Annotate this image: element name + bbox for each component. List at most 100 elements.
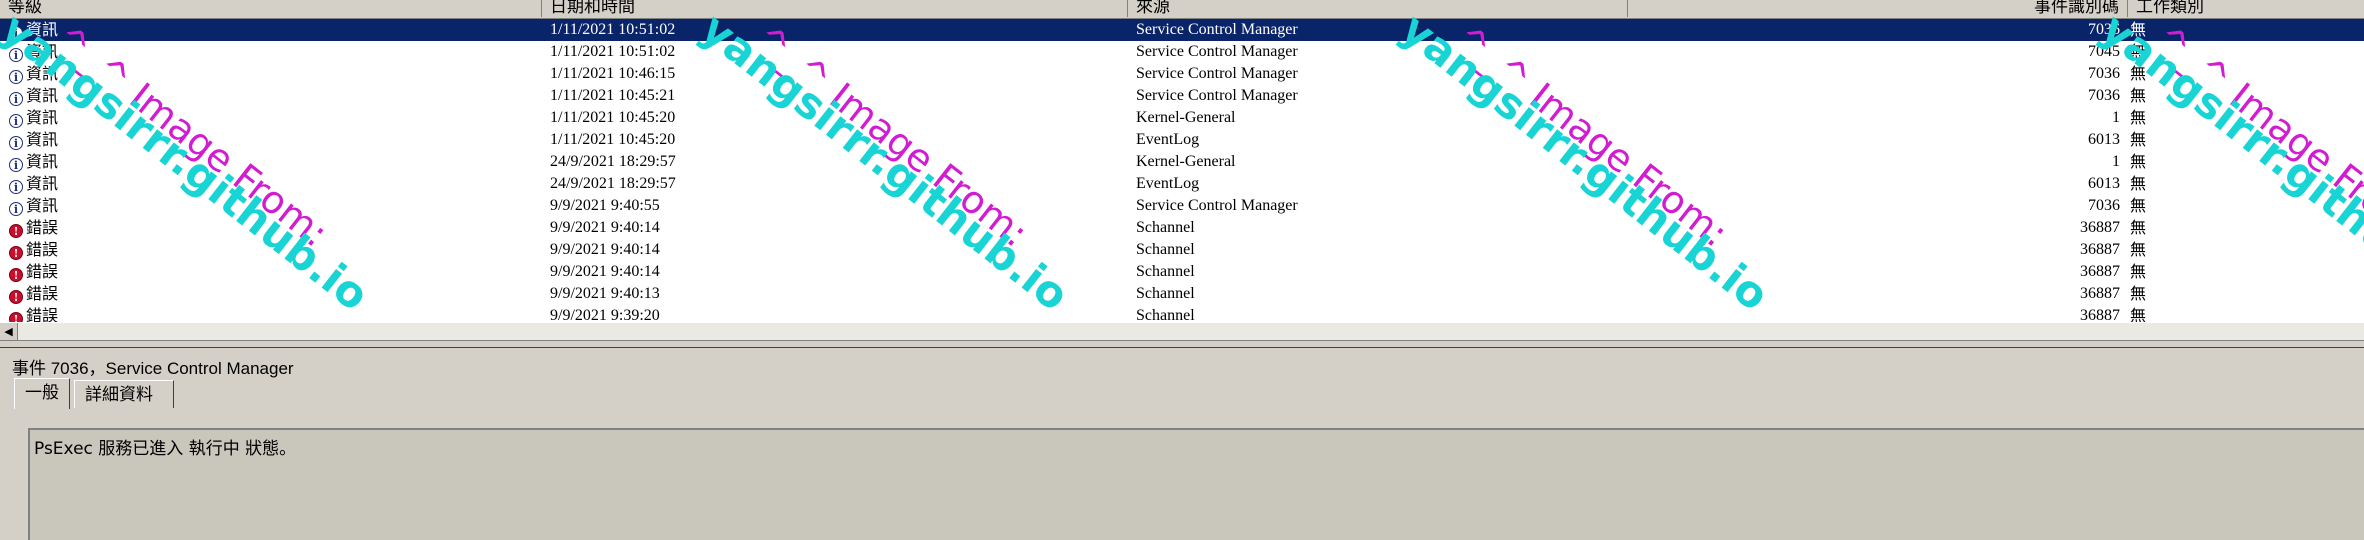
table-row[interactable]: i 資訊 9/9/2021 9:40:55 Service Control Manag… — [0, 195, 2364, 217]
cell-task-category: 無 — [2130, 42, 2147, 61]
cell-source: EventLog — [1136, 131, 1200, 148]
cell-event-id: 36887 — [2080, 285, 2120, 302]
cell-task-category: 無 — [2130, 20, 2147, 39]
event-message-box[interactable]: PsExec 服務已進入 執行中 狀態。 — [28, 428, 2364, 540]
cell-source: Schannel — [1136, 285, 1195, 302]
cell-level: i 資訊 — [9, 85, 529, 107]
cell-task-category: 無 — [2130, 152, 2147, 171]
cell-source: Service Control Manager — [1136, 21, 1298, 38]
info-icon: i — [9, 70, 23, 84]
info-icon: i — [9, 158, 23, 172]
error-icon: ! — [9, 246, 23, 260]
table-row[interactable]: i 資訊 1/11/2021 10:51:02 Service Control Man… — [0, 19, 2364, 41]
pane-splitter[interactable] — [0, 340, 2364, 348]
cell-source: EventLog — [1136, 175, 1200, 192]
cell-event-id: 36887 — [2080, 263, 2120, 280]
cell-datetime: 9/9/2021 9:40:55 — [550, 197, 660, 214]
cell-task-category: 無 — [2130, 174, 2147, 193]
cell-event-id: 6013 — [2088, 175, 2120, 192]
table-row[interactable]: ! 錯誤 9/9/2021 9:40:14 Schannel 36887 無 — [0, 239, 2364, 261]
info-icon: i — [9, 48, 23, 62]
tab-details[interactable]: 詳細資料 — [74, 380, 174, 408]
table-row[interactable]: ! 錯誤 9/9/2021 9:40:14 Schannel 36887 無 — [0, 217, 2364, 239]
table-row[interactable]: i 資訊 1/11/2021 10:45:20 Kernel-General 1 無 — [0, 107, 2364, 129]
column-header-datetime[interactable]: 日期和時間 — [542, 0, 1128, 17]
cell-event-id: 7036 — [2088, 197, 2120, 214]
cell-datetime: 24/9/2021 18:29:57 — [550, 153, 676, 170]
table-row[interactable]: ! 錯誤 9/9/2021 9:40:13 Schannel 36887 無 — [0, 283, 2364, 305]
cell-event-id: 1 — [2112, 153, 2120, 170]
cell-task-category: 無 — [2130, 130, 2147, 149]
cell-source: Service Control Manager — [1136, 65, 1298, 82]
cell-event-id: 7036 — [2088, 65, 2120, 82]
event-detail-pane: 事件 7036，Service Control Manager 一般 詳細資料 … — [0, 348, 2364, 540]
table-row[interactable]: i 資訊 1/11/2021 10:45:21 Service Control Man… — [0, 85, 2364, 107]
cell-datetime: 1/11/2021 10:45:20 — [550, 131, 676, 148]
cell-level: i 資訊 — [9, 173, 529, 195]
cell-datetime: 1/11/2021 10:51:02 — [550, 21, 676, 38]
list-header: 等級 日期和時間 來源 事件識別碼 工作類別 — [0, 0, 2364, 19]
cell-source: Service Control Manager — [1136, 197, 1298, 214]
cell-datetime: 9/9/2021 9:40:14 — [550, 241, 660, 258]
column-header-source[interactable]: 來源 — [1128, 0, 1628, 17]
cell-datetime: 1/11/2021 10:51:02 — [550, 43, 676, 60]
error-icon: ! — [9, 268, 23, 282]
cell-datetime: 1/11/2021 10:45:20 — [550, 109, 676, 126]
cell-source: Kernel-General — [1136, 109, 1236, 126]
table-row[interactable]: i 資訊 1/11/2021 10:45:20 EventLog 6013 無 — [0, 129, 2364, 151]
cell-level: ! 錯誤 — [9, 217, 529, 239]
cell-source: Service Control Manager — [1136, 87, 1298, 104]
column-header-level[interactable]: 等級 — [0, 0, 542, 17]
table-row[interactable]: ! 錯誤 9/9/2021 9:40:14 Schannel 36887 無 — [0, 261, 2364, 283]
cell-source: Schannel — [1136, 263, 1195, 280]
cell-event-id: 36887 — [2080, 219, 2120, 236]
arrow-left-icon: ◀ — [4, 326, 13, 338]
cell-task-category: 無 — [2130, 108, 2147, 127]
info-icon: i — [9, 92, 23, 106]
info-icon: i — [9, 202, 23, 216]
horizontal-scrollbar[interactable]: ◀ — [0, 322, 2364, 341]
cell-event-id: 7045 — [2088, 43, 2120, 60]
cell-task-category: 無 — [2130, 196, 2147, 215]
table-row[interactable]: i 資訊 1/11/2021 10:51:02 Service Control Man… — [0, 41, 2364, 63]
table-row[interactable]: i 資訊 24/9/2021 18:29:57 EventLog 6013 無 — [0, 173, 2364, 195]
cell-task-category: 無 — [2130, 86, 2147, 105]
cell-task-category: 無 — [2130, 240, 2147, 259]
cell-task-category: 無 — [2130, 262, 2147, 281]
cell-event-id: 1 — [2112, 109, 2120, 126]
cell-event-id: 7036 — [2088, 87, 2120, 104]
table-row[interactable]: i 資訊 1/11/2021 10:46:15 Service Control Man… — [0, 63, 2364, 85]
cell-level: i 資訊 — [9, 151, 529, 173]
event-list[interactable]: 等級 日期和時間 來源 事件識別碼 工作類別 i 資訊 1/11/2021 10:5… — [0, 0, 2364, 344]
cell-level: ! 錯誤 — [9, 261, 529, 283]
info-icon: i — [9, 180, 23, 194]
cell-source: Schannel — [1136, 241, 1195, 258]
cell-source: Schannel — [1136, 219, 1195, 236]
cell-level: ! 錯誤 — [9, 283, 529, 305]
cell-datetime: 9/9/2021 9:40:14 — [550, 219, 660, 236]
cell-task-category: 無 — [2130, 218, 2147, 237]
event-message: PsExec 服務已進入 執行中 狀態。 — [34, 439, 297, 459]
cell-source: Service Control Manager — [1136, 43, 1298, 60]
cell-datetime: 1/11/2021 10:45:21 — [550, 87, 676, 104]
cell-level: i 資訊 — [9, 41, 529, 63]
table-row[interactable]: i 資訊 24/9/2021 18:29:57 Kernel-General 1 無 — [0, 151, 2364, 173]
cell-level: ! 錯誤 — [9, 239, 529, 261]
detail-title: 事件 7036，Service Control Manager — [12, 359, 294, 378]
cell-level: i 資訊 — [9, 129, 529, 151]
cell-level: i 資訊 — [9, 107, 529, 129]
cell-event-id: 6013 — [2088, 131, 2120, 148]
cell-event-id: 7036 — [2088, 21, 2120, 38]
column-header-task-category[interactable]: 工作類別 — [2128, 0, 2364, 17]
cell-datetime: 9/9/2021 9:40:13 — [550, 285, 660, 302]
cell-datetime: 24/9/2021 18:29:57 — [550, 175, 676, 192]
event-rows: i 資訊 1/11/2021 10:51:02 Service Control Man… — [0, 19, 2364, 327]
info-icon: i — [9, 26, 23, 40]
tab-general[interactable]: 一般 — [14, 378, 70, 409]
info-icon: i — [9, 114, 23, 128]
cell-level: i 資訊 — [9, 19, 529, 41]
scroll-left-button[interactable]: ◀ — [0, 323, 18, 341]
column-header-event-id[interactable]: 事件識別碼 — [1628, 0, 2128, 17]
cell-source: Kernel-General — [1136, 153, 1236, 170]
cell-datetime: 9/9/2021 9:40:14 — [550, 263, 660, 280]
